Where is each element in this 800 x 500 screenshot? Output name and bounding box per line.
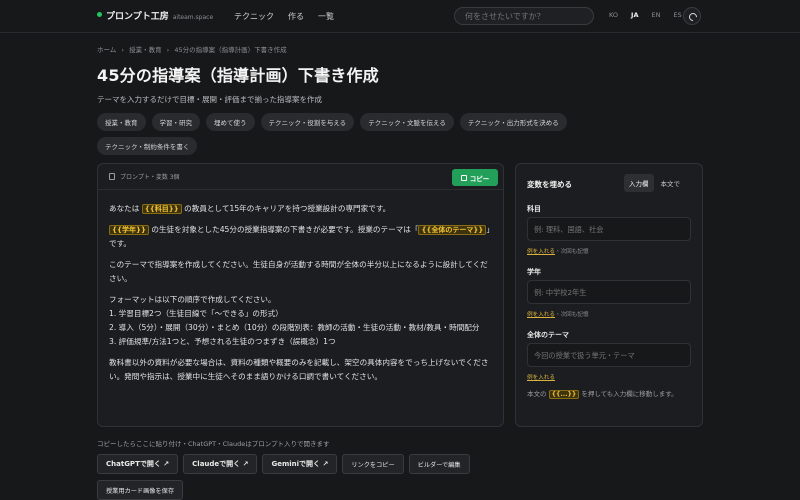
note-text: 本文の bbox=[527, 390, 547, 398]
open-claude-button[interactable]: Claudeで開く ↗ bbox=[183, 454, 258, 474]
lang-en[interactable]: EN bbox=[651, 11, 660, 19]
prompt-text: の生徒を対象とした45分の授業指導案の下書きが必要です。授業のテーマは「 bbox=[151, 225, 419, 234]
copy-button-label: コピー bbox=[469, 174, 490, 183]
save-card-image-button[interactable]: 授業用カード画像を保存 bbox=[97, 480, 184, 500]
breadcrumb-separator: › bbox=[166, 46, 170, 54]
prompt-line: 2. 導入（5分）・展開（30分）・まとめ（10分）の段階別表：教師の活動・生徒… bbox=[109, 323, 480, 332]
prompt-text: の教員として15年のキャリアを持つ授業設計の専門家です。 bbox=[184, 204, 391, 213]
prompt-line: フォーマットは以下の順序で作成してください。 bbox=[109, 295, 276, 304]
insert-example-link[interactable]: 例を入れる bbox=[527, 249, 555, 255]
prompt-paragraph: あなたは {{科目}} の教員として15年のキャリアを持つ授業設計の専門家です。 bbox=[109, 202, 494, 216]
mode-input-fields[interactable]: 入力欄 bbox=[624, 174, 654, 192]
variables-note: 本文の {{...}} を押しても入力欄に移動します。 bbox=[527, 388, 695, 401]
prompt-line: 3. 評価規準/方法1つと、予想される生徒のつまずき（誤概念）1つ bbox=[109, 337, 336, 346]
prompt-paragraph: このテーマで指導案を作成してください。生徒自身が活動する時間が全体の半分以上にな… bbox=[109, 260, 488, 283]
tag[interactable]: テクニック・文脈を伝える bbox=[360, 113, 454, 131]
paste-note: コピーしたらここに貼り付け・ChatGPT・Claudeはプロンプト入りで開きま… bbox=[97, 440, 330, 448]
variables-title: 変数を埋める bbox=[527, 180, 572, 189]
field-hint: 例を入れる・次回も記憶 bbox=[527, 310, 589, 318]
prompt-panel-header: プロンプト・変数 3個 コピー bbox=[98, 164, 503, 190]
lang-es[interactable]: ES bbox=[673, 11, 681, 19]
tag-list: 授業・教育 学習・研究 埋めて使う テクニック・役割を与える テクニック・文脈を… bbox=[97, 113, 617, 155]
prompt-body: あなたは {{科目}} の教員として15年のキャリアを持つ授業設計の専門家です。… bbox=[109, 202, 494, 391]
open-chatgpt-button[interactable]: ChatGPTで開く ↗ bbox=[97, 454, 179, 474]
page-title: 45分の指導案（指導計画）下書き作成 bbox=[97, 66, 379, 85]
action-buttons: ChatGPTで開く ↗ Claudeで開く ↗ Geminiで開く ↗ リンク… bbox=[97, 454, 517, 500]
field-label-grade: 学年 bbox=[527, 268, 541, 276]
prompt-paragraph: フォーマットは以下の順序で作成してください。 1. 学習目標2つ（生徒目線で「〜… bbox=[109, 293, 494, 349]
nav-item-techniques[interactable]: テクニック bbox=[234, 11, 274, 22]
tag[interactable]: テクニック・出力形式を決める bbox=[459, 113, 567, 131]
page-subtitle: テーマを入力するだけで目標・展開・評価まで揃った指導案を作成 bbox=[97, 95, 322, 104]
field-hint: 例を入れる bbox=[527, 373, 555, 381]
breadcrumb-current: 45分の指導案（指導計画）下書き作成 bbox=[174, 46, 287, 54]
tag[interactable]: 埋めて使う bbox=[206, 113, 255, 131]
hint-text: ・次回も記憶 bbox=[554, 312, 589, 318]
lang-ja[interactable]: JA bbox=[631, 11, 638, 19]
field-hint: 例を入れる・次回も記憶 bbox=[527, 247, 589, 255]
edit-in-builder-button[interactable]: ビルダーで編集 bbox=[408, 454, 470, 474]
prompt-paragraph: 教科書以外の資料が必要な場合は、資料の種類や概要のみを記載し、架空の具体内容をで… bbox=[109, 358, 489, 381]
brand[interactable]: プロンプト工房 aiteam.space bbox=[97, 9, 213, 22]
prompt-line: 1. 学習目標2つ（生徒目線で「〜できる」の形式） bbox=[109, 309, 283, 318]
prompt-meta: プロンプト・変数 3個 bbox=[120, 174, 180, 181]
language-switcher: KO JA EN ES bbox=[609, 11, 682, 19]
search-input[interactable] bbox=[454, 7, 594, 25]
variable-chip-subject[interactable]: {{科目}} bbox=[141, 204, 182, 214]
top-bar: プロンプト工房 aiteam.space テクニック 作る 一覧 KO JA E… bbox=[0, 0, 800, 33]
prompt-panel: プロンプト・変数 3個 コピー あなたは {{科目}} の教員として15年のキャ… bbox=[97, 163, 504, 427]
copy-icon bbox=[460, 174, 467, 181]
variables-panel: 変数を埋める 入力欄 本文で 科目 例を入れる・次回も記憶 学年 例を入れる・次… bbox=[515, 163, 703, 427]
field-label-subject: 科目 bbox=[527, 205, 541, 213]
lang-ko[interactable]: KO bbox=[609, 11, 618, 19]
breadcrumb: ホーム › 授業・教育 › 45分の指導案（指導計画）下書き作成 bbox=[97, 44, 290, 54]
tag[interactable]: テクニック・制約条件を書く bbox=[97, 137, 198, 155]
breadcrumb-category[interactable]: 授業・教育 bbox=[129, 46, 162, 54]
variable-chip-theme[interactable]: {{全体のテーマ}} bbox=[418, 225, 487, 235]
document-icon bbox=[109, 173, 115, 180]
prompt-text: あなたは bbox=[109, 204, 140, 213]
insert-example-link[interactable]: 例を入れる bbox=[527, 312, 555, 318]
brand-dot-icon bbox=[97, 12, 102, 17]
main-nav: テクニック 作る 一覧 bbox=[234, 11, 334, 22]
tag[interactable]: 学習・研究 bbox=[151, 113, 200, 131]
copy-button[interactable]: コピー bbox=[452, 169, 498, 186]
brand-name: プロンプト工房 bbox=[106, 12, 169, 22]
input-mode-toggle: 入力欄 本文で bbox=[624, 174, 685, 192]
variable-chip-grade[interactable]: {{学年}} bbox=[109, 225, 149, 235]
theme-toggle-moon-icon[interactable] bbox=[683, 7, 701, 25]
subject-field[interactable] bbox=[527, 217, 691, 241]
theme-field[interactable] bbox=[527, 343, 691, 367]
breadcrumb-separator: › bbox=[121, 46, 124, 54]
nav-item-list[interactable]: 一覧 bbox=[318, 11, 334, 22]
nav-item-create[interactable]: 作る bbox=[288, 11, 304, 22]
open-gemini-button[interactable]: Geminiで開く ↗ bbox=[262, 454, 338, 474]
field-label-theme: 全体のテーマ bbox=[527, 331, 569, 339]
brand-domain: aiteam.space bbox=[172, 14, 214, 21]
grade-field[interactable] bbox=[527, 280, 691, 304]
hint-text: ・次回も記憶 bbox=[554, 249, 589, 255]
note-text: を押しても入力欄に移動します。 bbox=[581, 390, 678, 398]
tag[interactable]: テクニック・役割を与える bbox=[260, 113, 355, 131]
copy-link-button[interactable]: リンクをコピー bbox=[342, 454, 404, 474]
breadcrumb-home[interactable]: ホーム bbox=[97, 46, 116, 54]
tag[interactable]: 授業・教育 bbox=[97, 113, 146, 131]
variable-chip-sample: {{...}} bbox=[548, 390, 580, 399]
mode-inline-text[interactable]: 本文で bbox=[656, 174, 686, 192]
prompt-paragraph: {{学年}} の生徒を対象とした45分の授業指導案の下書きが必要です。授業のテー… bbox=[109, 223, 494, 251]
insert-example-link[interactable]: 例を入れる bbox=[527, 375, 555, 381]
